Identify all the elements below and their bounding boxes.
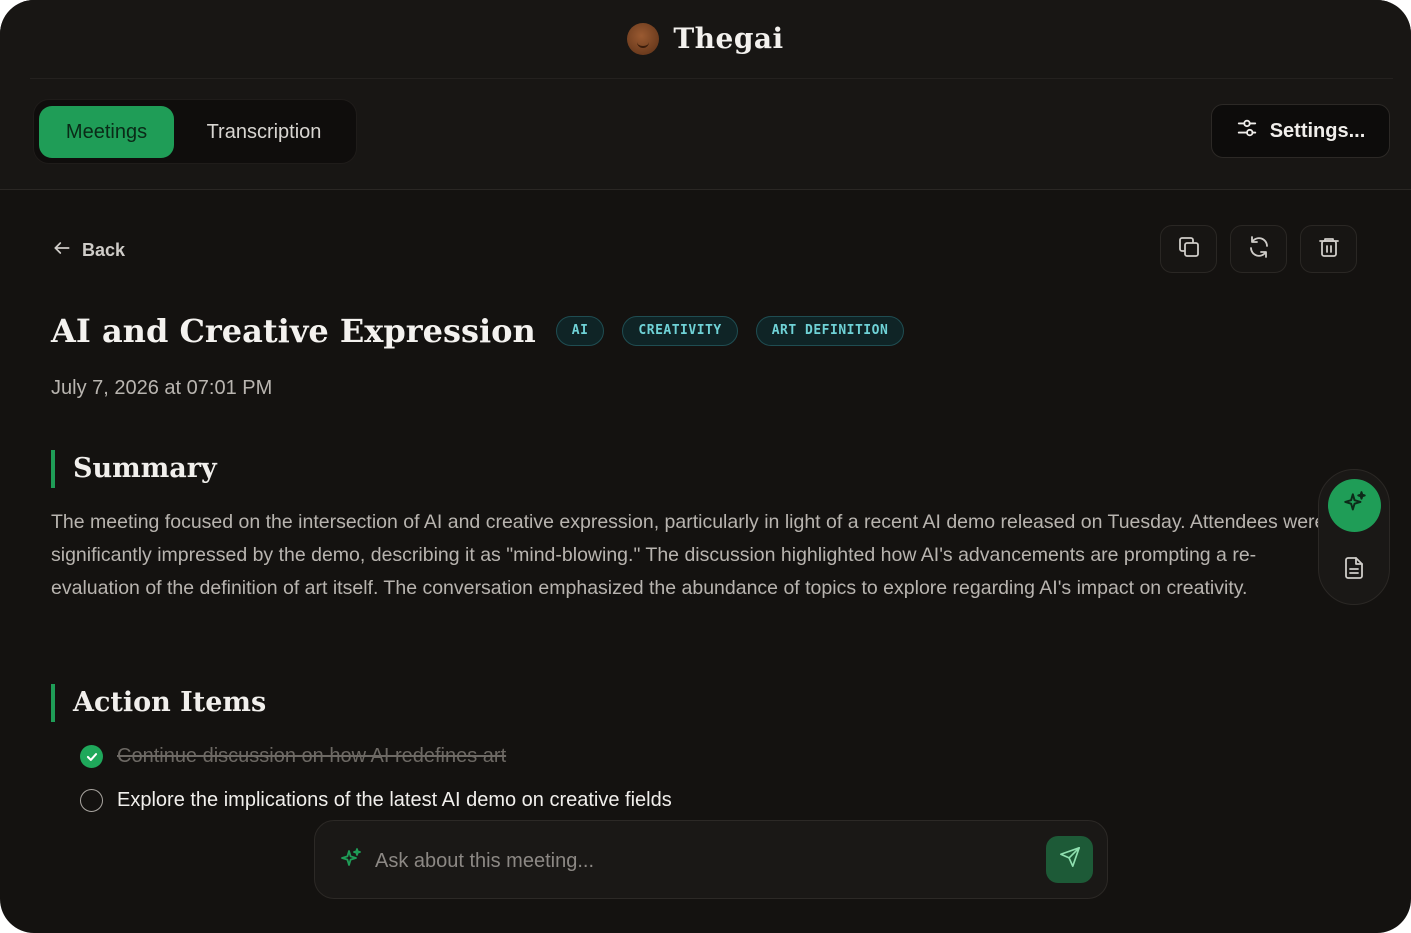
settings-button[interactable]: Settings... [1211, 104, 1390, 158]
document-icon [1342, 556, 1366, 585]
back-link[interactable]: Back [52, 236, 125, 264]
summary-heading: Summary [51, 450, 217, 488]
back-label: Back [82, 239, 126, 260]
settings-label: Settings... [1269, 119, 1366, 142]
tab-transcription[interactable]: Transcription [184, 106, 344, 158]
avatar [627, 22, 660, 55]
copy-icon [1177, 235, 1201, 264]
send-icon [1059, 846, 1081, 873]
tag-ai: AI [555, 316, 605, 346]
tab-meetings[interactable]: Meetings [39, 106, 174, 158]
sliders-icon [1236, 117, 1258, 145]
checked-icon[interactable] [80, 745, 103, 768]
title-row: AI and Creative Expression AI CREATIVITY… [51, 312, 905, 350]
meeting-title: AI and Creative Expression [51, 312, 536, 350]
action-item[interactable]: Continue discussion on how AI redefines … [80, 745, 506, 768]
tab-bar: Meetings Transcription [33, 99, 357, 164]
ask-bar [314, 820, 1108, 899]
copy-button[interactable] [1160, 225, 1217, 273]
meeting-date: July 7, 2026 at 07:01 PM [51, 377, 273, 399]
unchecked-icon[interactable] [80, 789, 103, 812]
action-item-text: Continue discussion on how AI redefines … [117, 745, 507, 767]
top-bar: Thegai Meetings Transcription Settings..… [0, 0, 1411, 190]
send-button[interactable] [1046, 836, 1093, 883]
action-items-heading: Action Items [51, 684, 266, 722]
sparkle-icon [1342, 490, 1368, 521]
tag-creativity: CREATIVITY [622, 316, 738, 346]
refresh-button[interactable] [1230, 225, 1287, 273]
document-button[interactable] [1340, 556, 1368, 584]
arrow-left-icon [52, 238, 72, 263]
app-title: Thegai [673, 22, 784, 55]
divider [30, 78, 1393, 79]
ask-input[interactable] [373, 843, 1037, 879]
action-item-text: Explore the implications of the latest A… [117, 789, 672, 811]
delete-button[interactable] [1300, 225, 1357, 273]
floating-panel [1318, 469, 1390, 605]
summary-text: The meeting focused on the intersection … [51, 511, 1326, 599]
sparkle-icon [339, 847, 363, 876]
tag-art-definition: ART DEFINITION [755, 316, 905, 346]
action-item[interactable]: Explore the implications of the latest A… [80, 789, 672, 812]
app-window: Thegai Meetings Transcription Settings..… [0, 0, 1411, 933]
trash-icon [1317, 235, 1341, 264]
ai-assistant-button[interactable] [1328, 479, 1381, 532]
brand: Thegai [0, 22, 1411, 60]
refresh-icon [1247, 235, 1271, 264]
